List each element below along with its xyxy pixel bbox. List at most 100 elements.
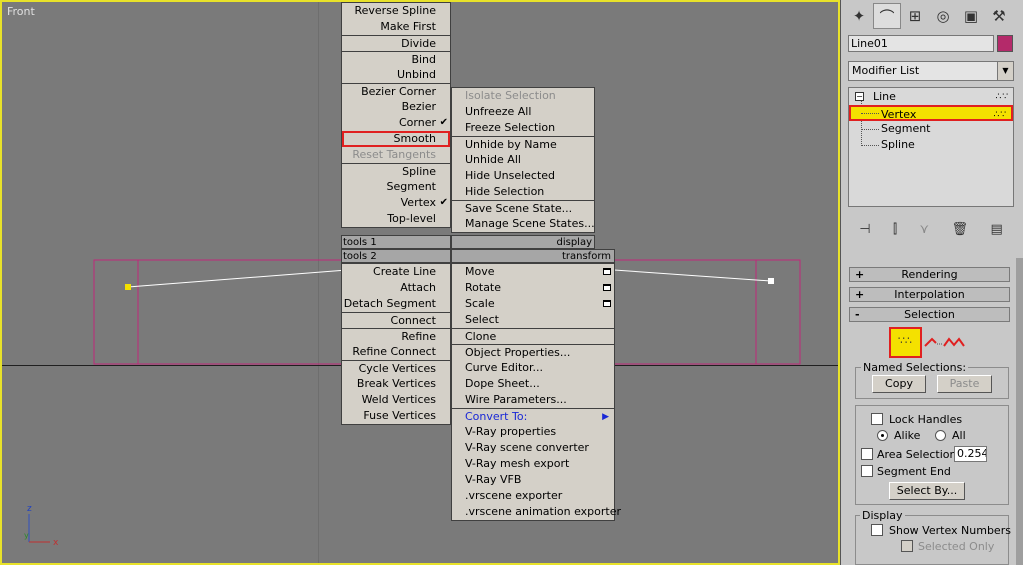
show-end-result-icon[interactable]: ⫿: [893, 222, 897, 237]
settings-box-icon[interactable]: [603, 268, 611, 275]
alike-radio[interactable]: [877, 430, 888, 441]
stack-item-line[interactable]: − Line ∴∵: [849, 89, 1013, 105]
menu-item-save-scene-state[interactable]: Save Scene State...: [452, 200, 594, 216]
menu-item-vertex[interactable]: Vertex ✔: [342, 195, 450, 211]
menu-item-unbind[interactable]: Unbind: [342, 67, 450, 83]
menu-item-label: Smooth: [393, 132, 436, 145]
object-name-field[interactable]: Line01: [848, 35, 994, 52]
menu-item-fuse-vertices[interactable]: Fuse Vertices: [342, 408, 450, 424]
menu-item-convert-to[interactable]: Convert To: ▶: [452, 408, 614, 424]
menu-item-divide[interactable]: Divide: [342, 35, 450, 51]
menu-item-vrscene-animation-exporter[interactable]: .vrscene animation exporter: [452, 504, 621, 520]
menu-item-clone[interactable]: Clone: [452, 328, 614, 344]
rollout-rendering[interactable]: + Rendering: [849, 267, 1010, 282]
stack-item-segment[interactable]: Segment: [849, 121, 1013, 137]
pin-stack-icon[interactable]: ⊣: [859, 222, 870, 237]
show-vertex-numbers-checkbox[interactable]: [871, 524, 883, 536]
menu-item-dope-sheet[interactable]: Dope Sheet...: [452, 376, 614, 392]
menu-item-label: Cycle Vertices: [358, 362, 436, 375]
make-unique-icon[interactable]: ⋎: [920, 222, 930, 237]
menu-item-unhide-by-name[interactable]: Unhide by Name: [452, 136, 594, 152]
menu-item-label: Refine Connect: [352, 345, 436, 358]
menu-item-refine[interactable]: Refine: [342, 328, 450, 344]
menu-item-hide-unselected[interactable]: Hide Unselected: [452, 168, 594, 184]
menu-item-make-first[interactable]: Make First: [342, 19, 450, 35]
chevron-down-icon[interactable]: ▼: [997, 62, 1013, 80]
menu-item-rotate[interactable]: Rotate: [452, 280, 614, 296]
menu-item-curve-editor[interactable]: Curve Editor...: [452, 360, 614, 376]
menu-item-refine-connect[interactable]: Refine Connect: [342, 344, 450, 360]
area-selection-spinner[interactable]: 0.254: [954, 446, 987, 462]
configure-modifier-sets-icon[interactable]: ▤: [990, 222, 1002, 237]
lock-handles-checkbox[interactable]: [871, 413, 883, 425]
create-tab-icon[interactable]: ✦: [845, 3, 873, 29]
area-selection-checkbox[interactable]: [861, 448, 873, 460]
menu-item-unhide-all[interactable]: Unhide All: [452, 152, 594, 168]
menu-item-wire-parameters[interactable]: Wire Parameters...: [452, 392, 614, 408]
segment-end-checkbox[interactable]: [861, 465, 873, 477]
menu-item-v-ray-scene-converter[interactable]: V-Ray scene converter: [452, 440, 614, 456]
menu-item-smooth[interactable]: Smooth: [342, 131, 450, 147]
menu-item-select[interactable]: Select: [452, 312, 614, 328]
menu-item-segment[interactable]: Segment: [342, 179, 450, 195]
modifier-list-dropdown[interactable]: Modifier List ▼: [848, 61, 1014, 81]
menu-item-cycle-vertices[interactable]: Cycle Vertices: [342, 360, 450, 376]
all-radio[interactable]: [935, 430, 946, 441]
command-panel-scrollbar[interactable]: [1016, 258, 1023, 565]
menu-item-manage-scene-states[interactable]: Manage Scene States...: [452, 216, 595, 232]
display-tab-icon[interactable]: ▣: [957, 3, 985, 29]
menu-item-break-vertices[interactable]: Break Vertices: [342, 376, 450, 392]
vertex-level-button[interactable]: ∵∴: [889, 327, 922, 358]
named-selections-label: Named Selections:: [861, 361, 969, 374]
menu-item-reverse-spline[interactable]: Reverse Spline: [342, 3, 450, 19]
quad-tools1-menu: Reverse Spline Make First Divide Bind Unbind…: [341, 2, 451, 228]
menu-item-freeze-selection[interactable]: Freeze Selection: [452, 120, 594, 136]
stack-item-vertex[interactable]: Vertex ∴∵: [849, 105, 1013, 121]
object-color-swatch[interactable]: [997, 35, 1013, 52]
menu-item-label: Isolate Selection: [465, 89, 556, 102]
menu-item-spline[interactable]: Spline: [342, 163, 450, 179]
selected-only-checkbox[interactable]: [901, 540, 913, 552]
paste-button[interactable]: Paste: [937, 375, 992, 393]
menu-item-object-properties[interactable]: Object Properties...: [452, 344, 614, 360]
modify-tab-icon[interactable]: ⌒: [873, 3, 901, 29]
modifier-list-label: Modifier List: [852, 64, 920, 77]
menu-item-hide-selection[interactable]: Hide Selection: [452, 184, 594, 200]
collapse-icon[interactable]: −: [855, 92, 864, 101]
menu-item-label: V-Ray mesh export: [465, 457, 570, 470]
settings-box-icon[interactable]: [603, 300, 611, 307]
rollout-interpolation[interactable]: + Interpolation: [849, 287, 1010, 302]
motion-tab-icon[interactable]: ◎: [929, 3, 957, 29]
menu-item-label: Scale: [465, 297, 495, 310]
stack-item-spline[interactable]: Spline: [849, 137, 1013, 153]
remove-modifier-icon[interactable]: 🗑: [952, 222, 969, 237]
copy-button[interactable]: Copy: [872, 375, 926, 393]
menu-item-scale[interactable]: Scale: [452, 296, 614, 312]
utilities-tab-icon[interactable]: ⚒: [985, 3, 1013, 29]
hierarchy-tab-icon[interactable]: ⊞: [901, 3, 929, 29]
menu-item-detach-segment[interactable]: Detach Segment: [342, 296, 450, 312]
select-by-button[interactable]: Select By...: [889, 482, 965, 500]
menu-item-weld-vertices[interactable]: Weld Vertices: [342, 392, 450, 408]
menu-item-bezier-corner[interactable]: Bezier Corner: [342, 83, 450, 99]
modifier-stack[interactable]: − Line ∴∵ Vertex ∴∵ Segment Spline: [848, 87, 1014, 207]
spline-level-icon[interactable]: [943, 336, 965, 350]
menu-item-unfreeze-all[interactable]: Unfreeze All: [452, 104, 594, 120]
menu-item-label: Detach Segment: [343, 297, 436, 310]
menu-item-bezier[interactable]: Bezier: [342, 99, 450, 115]
menu-item-bind[interactable]: Bind: [342, 51, 450, 67]
menu-item-attach[interactable]: Attach: [342, 280, 450, 296]
segment-level-icon[interactable]: [924, 336, 944, 350]
menu-item-connect[interactable]: Connect: [342, 312, 450, 328]
menu-item-create-line[interactable]: Create Line: [342, 264, 450, 280]
menu-item-top-level[interactable]: Top-level: [342, 211, 450, 227]
menu-item-vrscene-exporter[interactable]: .vrscene exporter: [452, 488, 614, 504]
menu-item-v-ray-properties[interactable]: V-Ray properties: [452, 424, 614, 440]
menu-item-move[interactable]: Move: [452, 264, 614, 280]
rollout-selection[interactable]: - Selection: [849, 307, 1010, 322]
menu-item-v-ray-mesh-export[interactable]: V-Ray mesh export: [452, 456, 614, 472]
menu-item-v-ray-vfb[interactable]: V-Ray VFB: [452, 472, 614, 488]
quad-title-tools1: tools 1: [341, 235, 451, 249]
menu-item-corner[interactable]: Corner ✔: [342, 115, 450, 131]
settings-box-icon[interactable]: [603, 284, 611, 291]
